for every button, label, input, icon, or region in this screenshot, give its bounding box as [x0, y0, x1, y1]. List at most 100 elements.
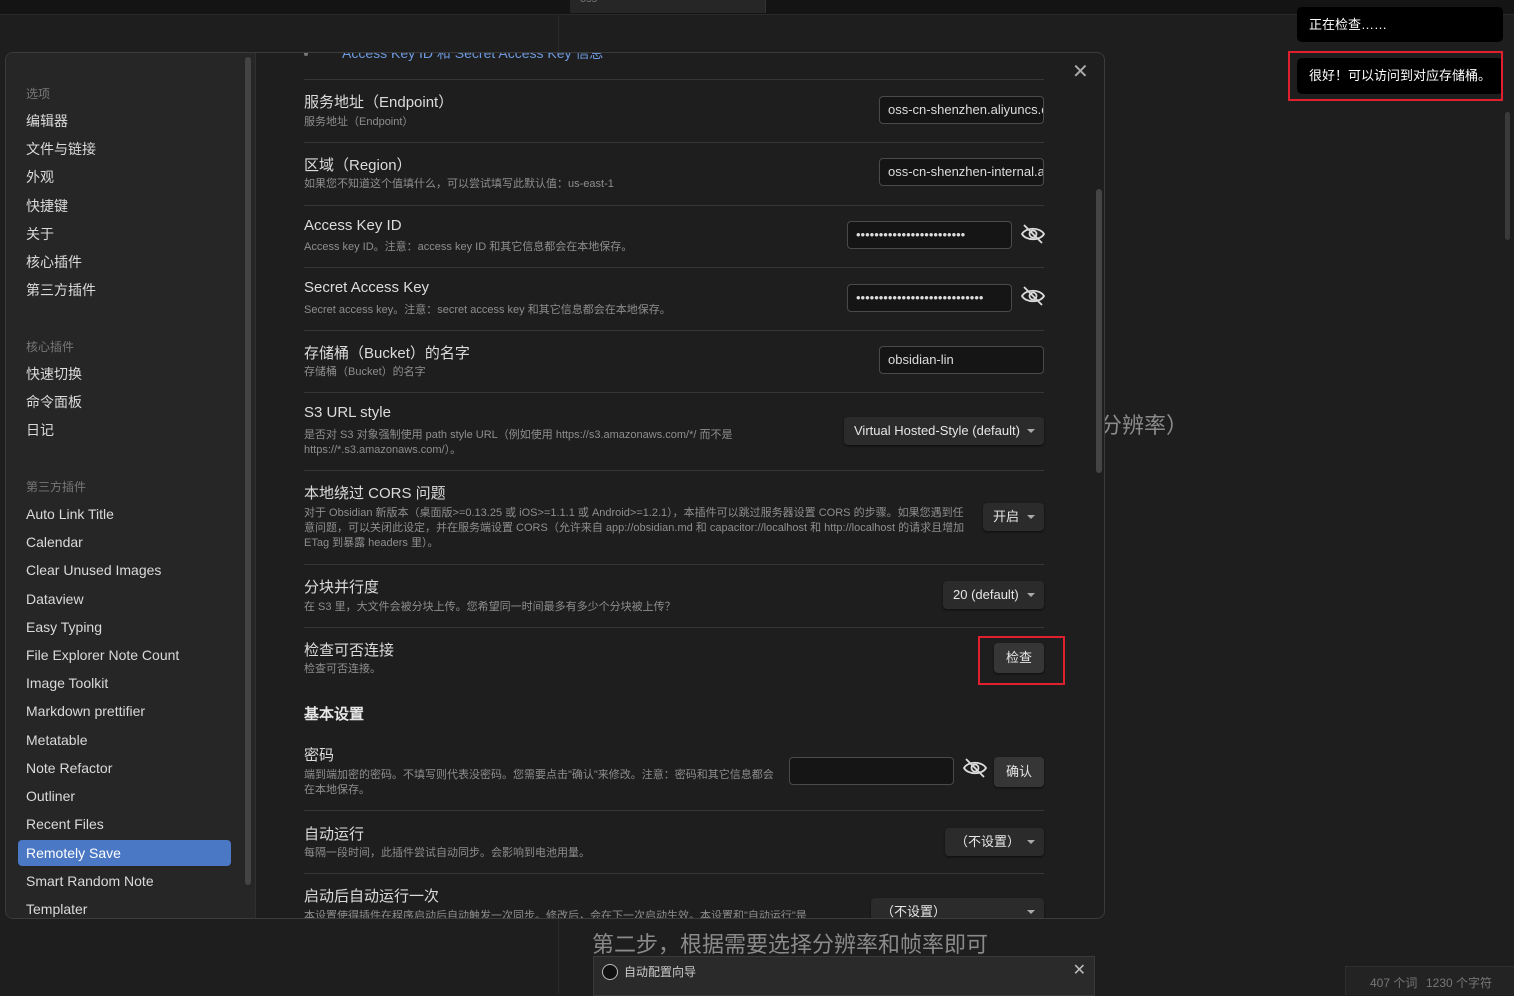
- run-once-select[interactable]: （不设置）: [871, 898, 1044, 918]
- close-icon[interactable]: ✕: [1073, 960, 1086, 980]
- divider: [304, 79, 1044, 80]
- settings-modal: 选项 编辑器 文件与链接 外观 快捷键 关于 核心插件 第三方插件 核心插件 快…: [5, 52, 1105, 919]
- sidebar-item-remotely-save[interactable]: Remotely Save: [18, 840, 231, 866]
- note-step-text: 第二步，根据需要选择分辨率和帧率即可: [592, 932, 989, 957]
- divider: [304, 142, 1044, 143]
- setting-name-cors: 本地绕过 CORS 问题: [304, 485, 446, 502]
- setting-name-access-key: Access Key ID: [304, 217, 402, 234]
- setting-desc-cors: 对于 Obsidian 新版本（桌面版>=0.13.25 或 iOS>=1.1.…: [304, 507, 965, 549]
- sidebar-item-plugin[interactable]: File Explorer Note Count: [18, 642, 231, 668]
- divider: [304, 470, 1044, 471]
- sidebar-item-plugin[interactable]: Templater: [18, 896, 231, 918]
- parallel-select[interactable]: 20 (default): [943, 581, 1044, 609]
- sidebar-item-plugin[interactable]: Recent Files: [18, 811, 231, 837]
- s3-url-style-select[interactable]: Virtual Hosted-Style (default): [844, 417, 1044, 445]
- tab-label: oss: [580, 0, 597, 5]
- highlight-box: [1288, 51, 1503, 101]
- sidebar-item-plugin[interactable]: Markdown prettifier: [18, 698, 231, 724]
- eye-off-icon[interactable]: [962, 757, 988, 779]
- divider: [304, 564, 1044, 565]
- setting-name-auto-run: 自动运行: [304, 826, 365, 843]
- region-input[interactable]: oss-cn-shenzhen-internal.aliyuncs.com: [879, 158, 1044, 186]
- password-input[interactable]: [789, 757, 954, 785]
- editor-tab[interactable]: oss: [570, 0, 766, 13]
- notice-checking: 正在检查……: [1297, 7, 1503, 42]
- bullet-icon: [304, 53, 308, 57]
- setting-desc-bucket: 存储桶（Bucket）的名字: [304, 366, 426, 378]
- divider: [304, 330, 1044, 331]
- divider: [304, 627, 1044, 628]
- sidebar-item-plugin[interactable]: Note Refactor: [18, 755, 231, 781]
- bucket-input[interactable]: obsidian-lin: [879, 346, 1044, 374]
- sidebar-item-editor[interactable]: 编辑器: [18, 108, 231, 134]
- sidebar-heading-options: 选项: [26, 87, 51, 101]
- sidebar-item-quick-switcher[interactable]: 快速切换: [18, 361, 231, 387]
- note-heading-fragment: 分辨率）: [1100, 413, 1189, 438]
- content-scrollbar[interactable]: [1096, 189, 1102, 473]
- setting-name-run-once: 启动后自动运行一次: [304, 888, 440, 905]
- sidebar-item-plugin[interactable]: Smart Random Note: [18, 868, 231, 894]
- sidebar-item-daily-notes[interactable]: 日记: [18, 417, 231, 443]
- access-key-input[interactable]: ••••••••••••••••••••••••: [847, 221, 1012, 249]
- divider: [304, 873, 1044, 874]
- confirm-button[interactable]: 确认: [994, 757, 1044, 787]
- setting-desc-password: 端到端加密的密码。不填写则代表没密码。您需要点击"确认"来修改。注意：密码和其它…: [304, 769, 774, 796]
- sidebar-item-command-palette[interactable]: 命令面板: [18, 389, 231, 415]
- setting-name-password: 密码: [304, 747, 335, 764]
- sidebar-item-appearance[interactable]: 外观: [18, 164, 231, 190]
- sidebar-item-plugin[interactable]: Clear Unused Images: [18, 557, 231, 583]
- setting-desc-secret-key: Secret access key。注意：secret access key 和…: [304, 304, 671, 316]
- char-count: 1230 个字符: [1426, 976, 1493, 990]
- setting-desc-s3-url-style: 是否对 S3 对象强制使用 path style URL（例如使用 https:…: [304, 429, 733, 456]
- divider: [304, 392, 1044, 393]
- sidebar-heading-community: 第三方插件: [26, 480, 87, 494]
- setting-desc-run-once: 本设置使得插件在程序启动后自动触发一次同步。修改后，会在下一次启动生效。本设置和…: [304, 910, 807, 918]
- sidebar-item-plugin[interactable]: Easy Typing: [18, 614, 231, 640]
- sidebar-item-plugin[interactable]: Calendar: [18, 529, 231, 555]
- setting-name-check: 检查可否连接: [304, 642, 395, 659]
- divider: [304, 810, 1044, 811]
- sidebar-item-community-plugins[interactable]: 第三方插件: [18, 277, 231, 303]
- eye-off-icon[interactable]: [1020, 285, 1046, 307]
- sidebar-item-plugin[interactable]: Outliner: [18, 783, 231, 809]
- word-count: 407 个词: [1370, 976, 1418, 990]
- sidebar-item-files-links[interactable]: 文件与链接: [18, 136, 231, 162]
- note-scrollbar[interactable]: [1505, 112, 1510, 240]
- cors-select[interactable]: 开启: [983, 503, 1044, 531]
- sidebar-item-core-plugins[interactable]: 核心插件: [18, 249, 231, 275]
- settings-content: Access Key ID 和 Secret Access Key 信息 服务地…: [256, 53, 1102, 918]
- setting-desc-auto-run: 每隔一段时间，此插件尝试自动同步。会影响到电池用量。: [304, 847, 590, 859]
- endpoint-input[interactable]: oss-cn-shenzhen.aliyuncs.com: [879, 96, 1044, 124]
- obs-icon: [602, 964, 618, 980]
- sidebar-item-hotkeys[interactable]: 快捷键: [18, 193, 231, 219]
- secret-key-input[interactable]: ••••••••••••••••••••••••••••: [847, 284, 1012, 312]
- help-link-text: Access Key ID 和 Secret Access Key 信息: [342, 53, 604, 61]
- setting-name-secret-key: Secret Access Key: [304, 279, 430, 296]
- sidebar-item-plugin[interactable]: Auto Link Title: [18, 501, 231, 527]
- section-title-basic: 基本设置: [304, 706, 365, 723]
- wizard-title: 自动配置向导: [624, 965, 697, 979]
- divider: [304, 205, 1044, 206]
- close-icon[interactable]: ✕: [1072, 59, 1089, 84]
- setting-desc-parallel: 在 S3 里，大文件会被分块上传。您希望同一时间最多有多少个分块被上传？: [304, 601, 676, 613]
- auto-run-select[interactable]: （不设置）: [945, 828, 1044, 856]
- highlight-box: [978, 636, 1065, 685]
- sidebar-item-plugin[interactable]: Metatable: [18, 727, 231, 753]
- eye-off-icon[interactable]: [1020, 223, 1046, 245]
- setting-desc-region: 如果您不知道这个值填什么，可以尝试填写此默认值：us-east-1: [304, 178, 614, 190]
- wizard-panel: 自动配置向导 ✕: [593, 956, 1095, 996]
- setting-name-parallel: 分块并行度: [304, 579, 380, 596]
- setting-desc-access-key: Access key ID。注意：access key ID 和其它信息都会在本…: [304, 241, 633, 253]
- setting-name-bucket: 存储桶（Bucket）的名字: [304, 345, 470, 362]
- settings-sidebar: 选项 编辑器 文件与链接 外观 快捷键 关于 核心插件 第三方插件 核心插件 快…: [6, 53, 256, 918]
- help-link[interactable]: Access Key ID 和 Secret Access Key 信息: [304, 53, 604, 63]
- setting-desc-check: 检查可否连接。: [304, 663, 381, 675]
- sidebar-item-plugin[interactable]: Image Toolkit: [18, 670, 231, 696]
- sidebar-item-plugin[interactable]: Dataview: [18, 586, 231, 612]
- status-bar: 407 个词 1230 个字符: [1345, 966, 1514, 995]
- setting-name-s3-url-style: S3 URL style: [304, 404, 391, 421]
- sidebar-item-about[interactable]: 关于: [18, 221, 231, 247]
- setting-desc-endpoint: 服务地址（Endpoint）: [304, 116, 414, 128]
- setting-name-endpoint: 服务地址（Endpoint）: [304, 94, 454, 111]
- sidebar-scrollbar[interactable]: [245, 57, 251, 885]
